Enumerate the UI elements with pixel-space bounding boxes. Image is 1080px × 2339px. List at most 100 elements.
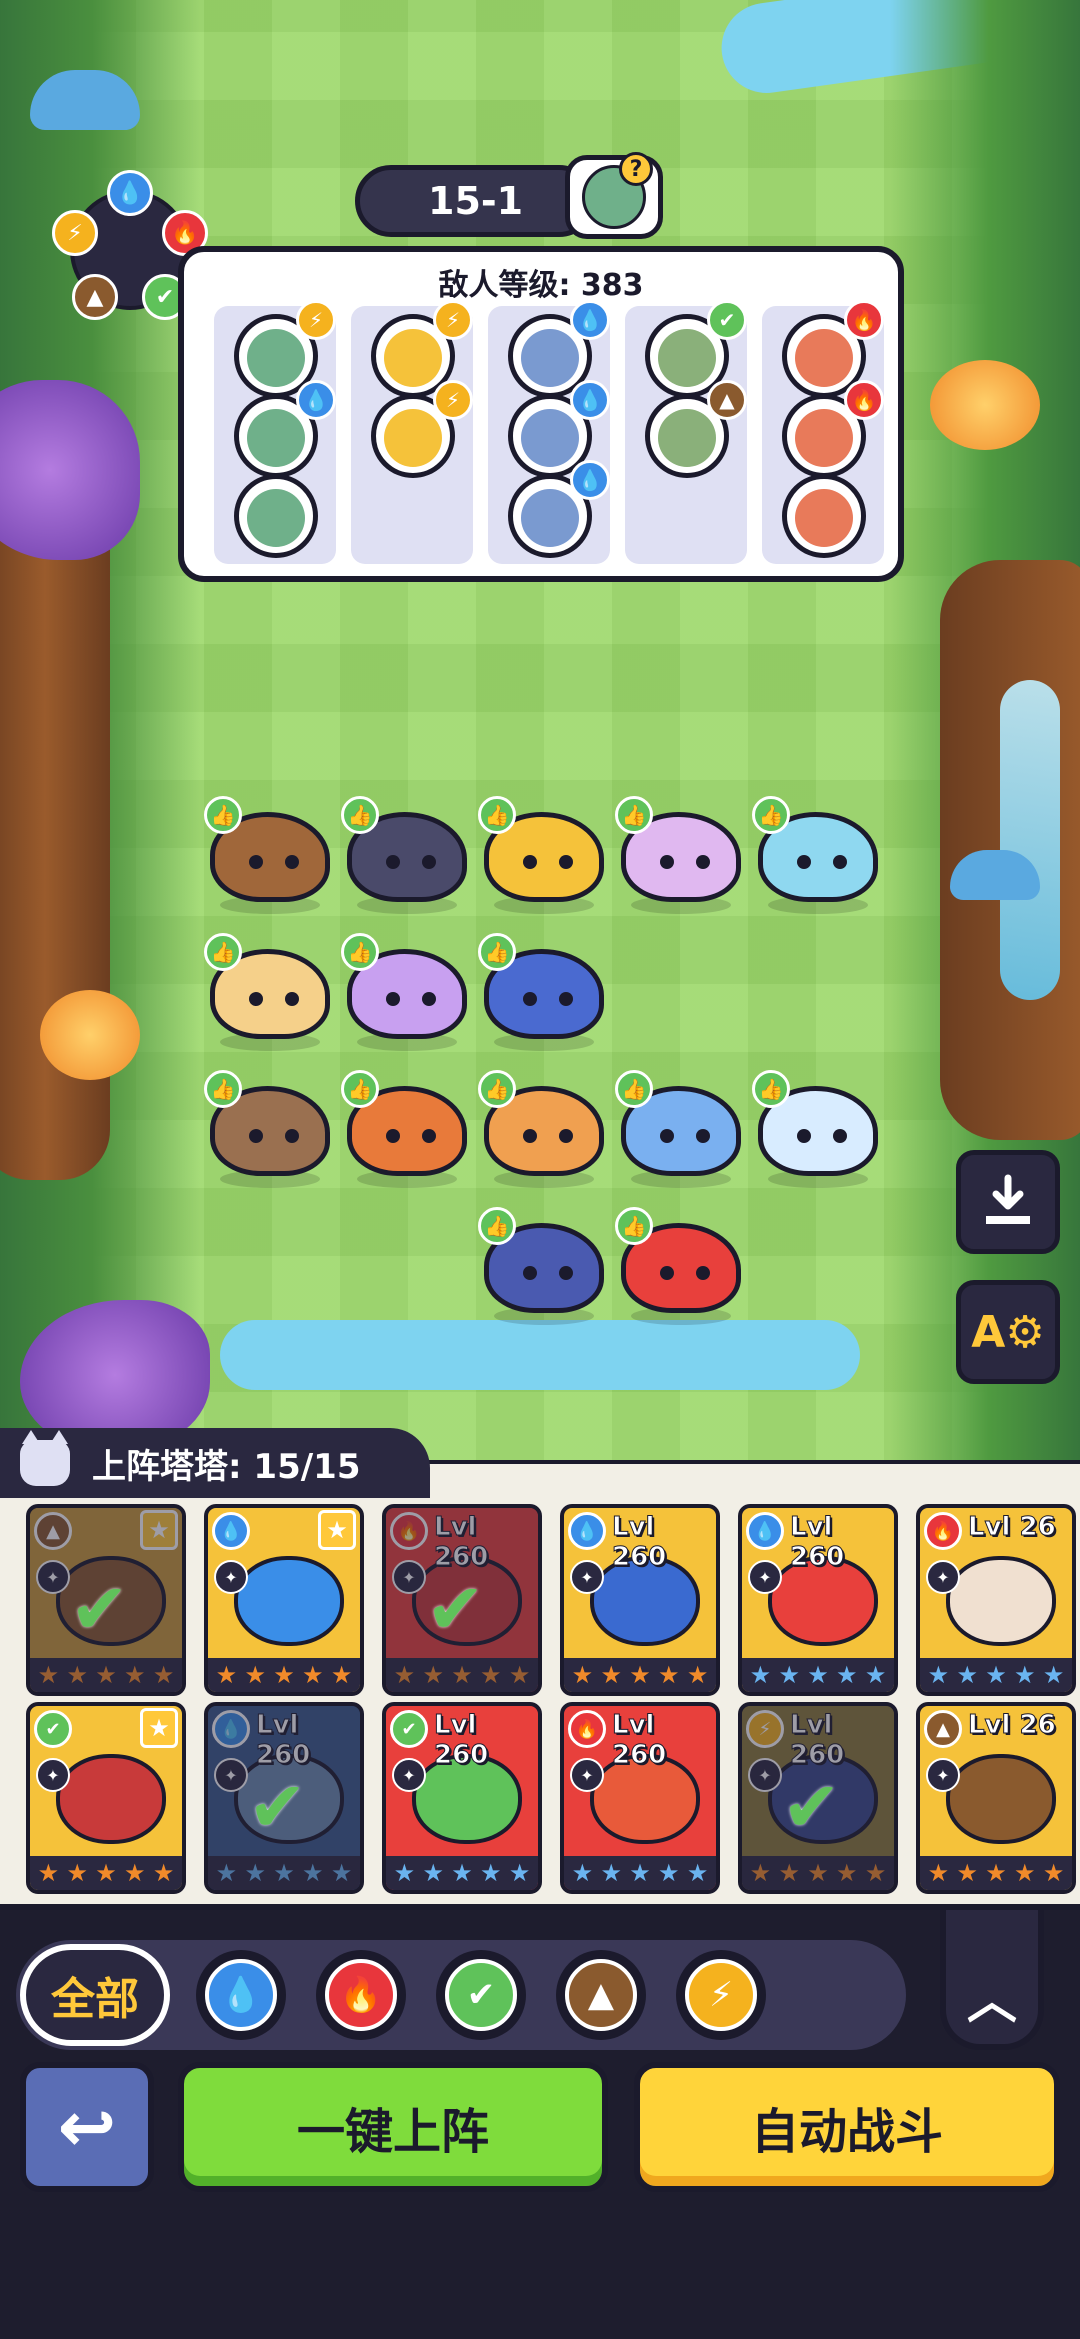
thumbs-up-icon: 👍 xyxy=(204,796,242,834)
zombie-face-icon xyxy=(795,329,853,387)
star-icon: ★ xyxy=(927,1661,950,1689)
enemy-panel: 敌人等级: 383 ⚡ 💧 ⚡ ⚡ 💧 💧 💧 ✔ ▲ 🔥 🔥 xyxy=(178,246,904,582)
tower-card[interactable]: ▲ ✦ ★ ★ ★ ★ ★ ★ ✔ xyxy=(26,1504,186,1696)
thumbs-up-icon: 👍 xyxy=(478,1207,516,1245)
bottom-bar: 全部 💧 🔥 ✔ ▲ ⚡ ︿ ↩ 一键上阵 自动战斗 xyxy=(0,1910,1080,2339)
star-icon: ★ xyxy=(215,1661,238,1689)
thumbs-up-icon: 👍 xyxy=(752,1070,790,1108)
tower-card-collection[interactable]: ▲ ✦ ★ ★ ★ ★ ★ ★ ✔ 💧 ✦ ★ ★ ★ ★ ★ ★ 🔥 ✦ Lvl 260 ★ ★ ★ ★ ★ ✔ 💧 ✦ Lvl 26… xyxy=(0,1460,1080,1910)
water-icon: 💧 xyxy=(107,170,153,216)
filter-leaf-button[interactable]: ✔ xyxy=(436,1950,526,2040)
mushroom-icon xyxy=(950,850,1040,900)
zombie-face-icon xyxy=(795,489,853,547)
creature-eye xyxy=(422,1129,436,1143)
water-icon: 💧 xyxy=(568,1512,606,1550)
star-rating: ★ ★ ★ ★ ★ xyxy=(742,1658,894,1692)
tower-card[interactable]: 💧 ✦ Lvl 260 ★ ★ ★ ★ ★ xyxy=(738,1504,898,1696)
save-formation-button[interactable] xyxy=(956,1150,1060,1254)
role-icon: ✦ xyxy=(926,1560,960,1594)
tower-card[interactable]: 💧 ✦ Lvl 260 ★ ★ ★ ★ ★ xyxy=(560,1504,720,1696)
tower-card[interactable]: 🔥 ✦ Lvl 26 ★ ★ ★ ★ ★ xyxy=(916,1504,1076,1696)
star-icon: ★ xyxy=(95,1859,117,1887)
purple-flower-icon xyxy=(0,380,140,560)
creature-eye xyxy=(249,992,263,1006)
auto-settings-button[interactable]: A⚙ xyxy=(956,1280,1060,1384)
creature-eye xyxy=(523,855,537,869)
star-icon: ★ xyxy=(422,1661,444,1689)
water-icon: 💧 xyxy=(570,380,610,420)
thumbs-up-icon: 👍 xyxy=(478,1070,516,1108)
role-icon: ✦ xyxy=(36,1758,70,1792)
fire-icon: 🔥 xyxy=(844,380,884,420)
thumbs-up-icon: 👍 xyxy=(615,1070,653,1108)
tower-card[interactable]: 🔥 ✦ Lvl 260 ★ ★ ★ ★ ★ ✔ xyxy=(382,1504,542,1696)
filter-earth-button[interactable]: ▲ xyxy=(556,1950,646,2040)
tower-card[interactable]: ▲ ✦ Lvl 26 ★ ★ ★ ★ ★ xyxy=(916,1702,1076,1894)
zombie-face-icon xyxy=(384,409,442,467)
star-icon: ★ xyxy=(749,1859,772,1887)
boss-info-button[interactable]: ? xyxy=(565,152,663,239)
star-icon: ★ xyxy=(124,1661,146,1689)
water-icon: 💧 xyxy=(746,1512,784,1550)
creature-eye xyxy=(523,1129,537,1143)
card-level: Lvl 260 xyxy=(612,1512,667,1573)
star-icon: ★ xyxy=(1014,1859,1036,1887)
tower-card[interactable]: ⚡ ✦ Lvl 260 ★ ★ ★ ★ ★ ✔ xyxy=(738,1702,898,1894)
star-icon: ★ xyxy=(508,1859,531,1887)
card-level: Lvl 26 xyxy=(968,1710,1057,1741)
check-icon: ✔ xyxy=(248,1766,307,1848)
filter-fire-button[interactable]: 🔥 xyxy=(316,1950,406,2040)
star-icon: ★ xyxy=(985,1859,1007,1887)
tower-portrait xyxy=(946,1556,1056,1646)
star-icon: ★ xyxy=(807,1859,829,1887)
earth-icon: ▲ xyxy=(72,274,118,320)
star-icon: ★ xyxy=(318,1510,356,1550)
star-icon: ★ xyxy=(836,1859,858,1887)
earth-icon: ▲ xyxy=(924,1710,962,1748)
creature-eye xyxy=(660,1266,674,1280)
star-icon: ★ xyxy=(956,1661,978,1689)
creature-eye xyxy=(422,992,436,1006)
creature-eye xyxy=(833,855,847,869)
star-icon: ★ xyxy=(215,1859,238,1887)
filter-water-button[interactable]: 💧 xyxy=(196,1950,286,2040)
star-icon: ★ xyxy=(37,1859,60,1887)
star-rating: ★ ★ ★ ★ ★ xyxy=(208,1856,360,1890)
fire-icon: 🔥 xyxy=(844,300,884,340)
card-level: Lvl 260 xyxy=(434,1512,489,1573)
creature-eye xyxy=(559,1129,573,1143)
card-level: Lvl 260 xyxy=(790,1512,845,1573)
leaf-icon: ✔ xyxy=(445,1959,517,2031)
lightning-icon: ⚡ xyxy=(433,300,473,340)
auto-battle-button[interactable]: 自动战斗 xyxy=(634,2062,1060,2192)
collapse-panel-button[interactable]: ︿ xyxy=(940,1910,1044,2050)
creature-eye xyxy=(660,855,674,869)
leaf-icon: ✔ xyxy=(707,300,747,340)
enemy-portrait[interactable] xyxy=(782,474,866,558)
zombie-face-icon xyxy=(658,329,716,387)
star-icon: ★ xyxy=(927,1859,950,1887)
tower-card[interactable]: ✔ ✦ Lvl 260 ★ ★ ★ ★ ★ xyxy=(382,1702,542,1894)
one-click-deploy-button[interactable]: 一键上阵 xyxy=(178,2062,608,2192)
check-icon: ✔ xyxy=(426,1568,485,1650)
battlefield: 💧 🔥 ✔ ▲ ⚡ 15-1 ? 敌人等级: 383 ⚡ 💧 ⚡ ⚡ 💧 💧 💧 ✔ ▲ 🔥 🔥 👍… xyxy=(0,0,1080,1460)
star-rating: ★ ★ ★ ★ ★ xyxy=(742,1856,894,1890)
back-button[interactable]: ↩ xyxy=(20,2062,154,2192)
zombie-face-icon xyxy=(658,409,716,467)
tower-card[interactable]: 🔥 ✦ Lvl 260 ★ ★ ★ ★ ★ xyxy=(560,1702,720,1894)
tower-card[interactable]: ✔ ✦ ★ ★ ★ ★ ★ ★ xyxy=(26,1702,186,1894)
auto-settings-icon: A⚙ xyxy=(971,1306,1045,1358)
star-rating: ★ ★ ★ ★ ★ xyxy=(920,1658,1072,1692)
enemy-portrait[interactable] xyxy=(234,474,318,558)
star-icon: ★ xyxy=(778,1661,800,1689)
filter-lightning-button[interactable]: ⚡ xyxy=(676,1950,766,2040)
filter-all-button[interactable]: 全部 xyxy=(20,1944,170,2046)
earth-icon: ▲ xyxy=(707,380,747,420)
team-count-tab: 上阵塔塔: 15/15 xyxy=(0,1428,430,1498)
role-icon: ✦ xyxy=(748,1560,782,1594)
tower-card[interactable]: 💧 ✦ ★ ★ ★ ★ ★ ★ xyxy=(204,1504,364,1696)
tower-card[interactable]: 💧 ✦ Lvl 260 ★ ★ ★ ★ ★ ✔ xyxy=(204,1702,364,1894)
zombie-face-icon xyxy=(521,409,579,467)
zombie-face-icon xyxy=(521,489,579,547)
fire-icon: 🔥 xyxy=(568,1710,606,1748)
